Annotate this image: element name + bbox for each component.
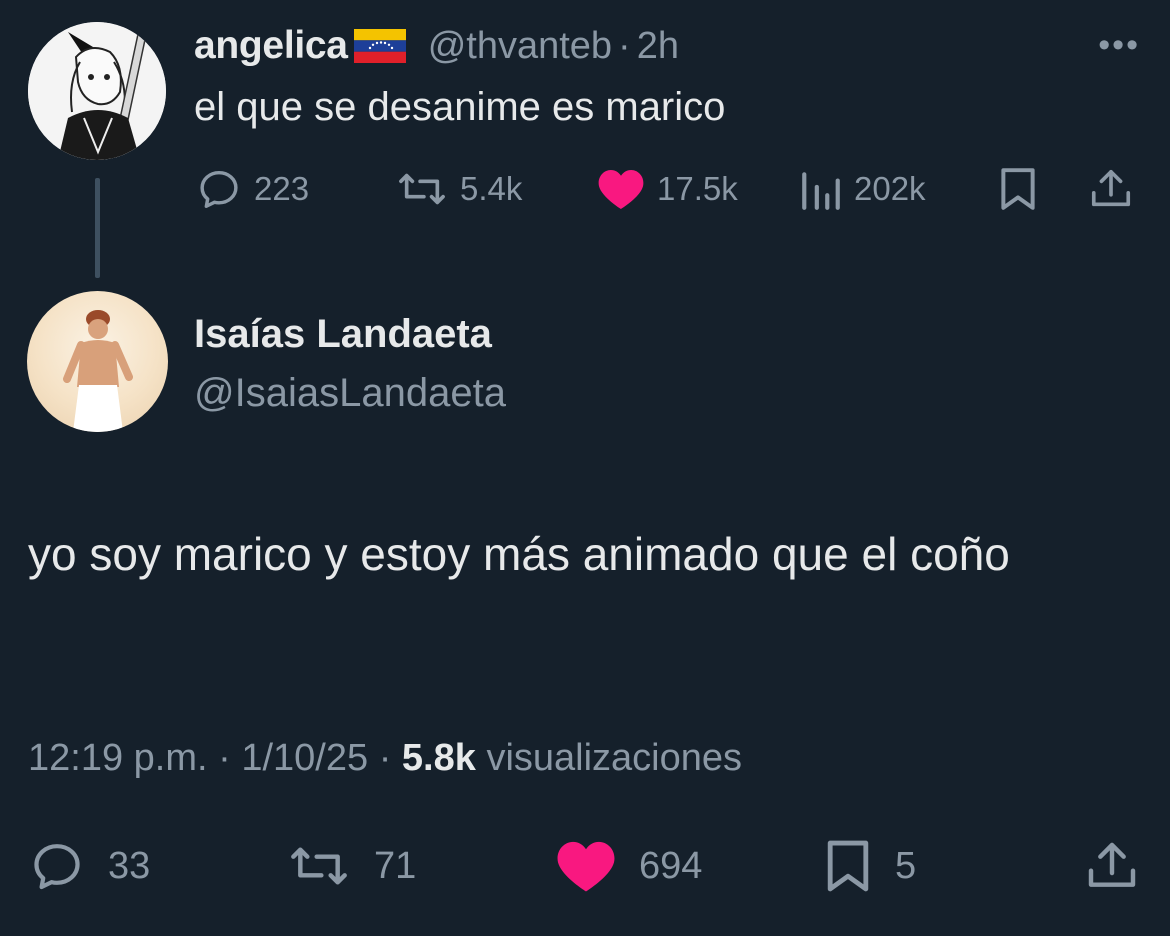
reply-like-button[interactable]: 694 — [555, 838, 702, 894]
venezuela-flag-icon — [353, 29, 406, 63]
parent-repost-count: 5.4k — [460, 170, 523, 207]
reply-reply-count: 33 — [108, 844, 151, 887]
reply-bookmark-button[interactable]: 5 — [823, 838, 916, 894]
reply-bookmark-count: 5 — [895, 844, 917, 887]
reply-views-count: 5.8k — [401, 737, 476, 779]
parent-reply-count: 223 — [254, 170, 310, 207]
parent-repost-button[interactable]: 5.4k — [396, 166, 522, 212]
reply-time[interactable]: 12:19 p.m. — [28, 737, 208, 779]
like-icon — [598, 170, 644, 209]
reply-icon — [34, 844, 80, 890]
parent-tweet-text: el que se desanime es marico — [194, 85, 726, 129]
reply-date[interactable]: 1/10/25 — [241, 737, 368, 779]
reply-like-count: 694 — [639, 844, 703, 887]
bookmark-icon — [827, 840, 869, 892]
parent-bookmark-button[interactable] — [998, 166, 1038, 217]
bookmark-icon — [1001, 168, 1035, 210]
reply-share-button[interactable] — [1084, 838, 1140, 899]
views-icon — [802, 172, 840, 210]
tweet-metadata: 12:19 p.m. · 1/10/25 · 5.8k visualizacio… — [28, 737, 742, 780]
separator-dot: · — [218, 737, 231, 779]
reply-icon — [200, 170, 238, 208]
share-icon — [1088, 842, 1136, 887]
parent-views-button[interactable]: 202k — [800, 166, 926, 212]
parent-share-button[interactable] — [1088, 166, 1134, 217]
reply-author-name[interactable]: Isaías Landaeta — [194, 312, 492, 357]
reply-author-handle[interactable]: @IsaiasLandaeta — [194, 371, 506, 416]
like-icon — [557, 841, 615, 892]
separator-dot: · — [378, 737, 392, 779]
reply-tweet-text: yo soy marico y estoy más animado que el… — [28, 528, 1010, 580]
reply-repost-count: 71 — [374, 844, 417, 887]
parent-timestamp[interactable]: 2h — [637, 25, 679, 68]
parent-like-count: 17.5k — [657, 170, 738, 207]
repost-icon — [399, 173, 445, 205]
more-icon[interactable]: ••• — [1098, 26, 1140, 65]
repost-icon — [291, 847, 347, 885]
reply-reply-button[interactable]: 33 — [28, 838, 150, 894]
thread-connector — [95, 178, 100, 278]
share-icon — [1091, 169, 1131, 207]
parent-author-name[interactable]: angelica — [194, 24, 348, 68]
parent-reply-button[interactable]: 223 — [196, 166, 309, 212]
reply-repost-button[interactable]: 71 — [286, 838, 416, 894]
avatar-isaias[interactable] — [27, 291, 168, 432]
parent-like-button[interactable]: 17.5k — [597, 166, 738, 212]
avatar-angelica[interactable] — [28, 22, 166, 160]
separator-dot: · — [618, 24, 631, 67]
parent-author-handle[interactable]: @thvanteb — [428, 25, 612, 68]
parent-header: angelica @thvanteb · 2h — [194, 22, 679, 70]
parent-views-count: 202k — [854, 170, 926, 207]
reply-views-label: visualizaciones — [486, 737, 743, 779]
